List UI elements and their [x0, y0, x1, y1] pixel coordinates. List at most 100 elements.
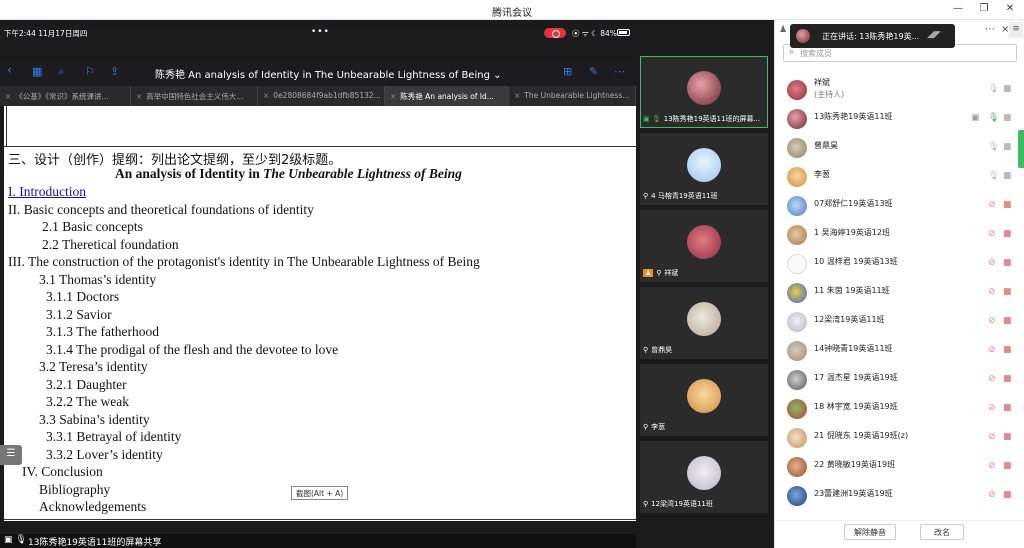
mic-muted-icon[interactable]: ⊘	[988, 403, 996, 413]
camera-off-icon[interactable]: ■	[1003, 200, 1012, 210]
side-handle[interactable]	[1018, 130, 1024, 168]
member-row[interactable]: 11 朱茵 19英语11班 ⊘ ■	[775, 279, 1024, 308]
video-tile[interactable]: ⚲ 12梁湾19英语11班	[640, 441, 768, 513]
outline-line: 2.2 Theretical foundation	[42, 237, 179, 252]
camera-off-icon[interactable]: ■	[1003, 432, 1012, 442]
camera-icon[interactable]: ■	[1003, 171, 1012, 181]
camera-icon[interactable]: ■	[1003, 84, 1012, 94]
member-row[interactable]: 23蕾建洲19英语19班 ⊘ ■	[775, 482, 1024, 511]
member-name: 17 温杰星 19英语19班	[814, 373, 898, 382]
tab-document-3[interactable]: × 0e2808684f9ab1dfb85132...	[258, 86, 385, 106]
member-row[interactable]: 李葱 🎙 ■	[775, 163, 1024, 192]
tab-document-1[interactable]: × 《公基》《常识》系统课讲...	[0, 86, 131, 106]
camera-off-icon[interactable]: ■	[1003, 403, 1012, 413]
annotate-pen-icon[interactable]: ✎	[589, 65, 598, 78]
avatar	[687, 379, 721, 413]
member-row[interactable]: 17 温杰星 19英语19班 ⊘ ■	[775, 366, 1024, 395]
member-row[interactable]: 14钟晓青19英语11班 ⊘ ■	[775, 337, 1024, 366]
avatar	[787, 312, 807, 332]
mic-muted-icon[interactable]: ⊘	[988, 345, 996, 355]
camera-off-icon[interactable]: ■	[1003, 287, 1012, 297]
outline-list-icon[interactable]: ☰	[0, 445, 22, 465]
mic-muted-icon[interactable]: ⊘	[988, 490, 996, 500]
menu-icon[interactable]: ≡	[1009, 22, 1023, 38]
mic-muted-icon[interactable]: ⊘	[988, 461, 996, 471]
tab-close-icon[interactable]: ×	[136, 92, 142, 101]
bookmark-icon[interactable]: ⚐	[85, 65, 95, 78]
tab-close-icon[interactable]: ×	[5, 92, 11, 101]
window-controls: — ❐ ✕	[952, 3, 1016, 14]
mic-muted-icon[interactable]: ⊘	[988, 287, 996, 297]
more-options-icon[interactable]: ⋯	[614, 65, 625, 78]
camera-off-icon[interactable]: ■	[1003, 258, 1012, 268]
back-chevron-icon[interactable]: ‹	[7, 63, 12, 78]
member-row[interactable]: 22 黄晓敏19英语19班 ⊘ ■	[775, 453, 1024, 482]
video-tile[interactable]: ⚲ 4 马榕青19英语11班	[640, 133, 768, 205]
avatar	[787, 109, 807, 129]
tab-close-icon[interactable]: ×	[514, 91, 520, 100]
mic-icon[interactable]: 🎙	[988, 84, 999, 94]
member-row[interactable]: 曾鼎昊 🎙 ■	[775, 134, 1024, 163]
tab-close-icon[interactable]: ×	[263, 91, 269, 100]
member-row[interactable]: 祥斌 (主持人) 🎙 ■	[775, 76, 1024, 105]
mic-icon[interactable]: 🎙	[988, 171, 999, 181]
video-tile[interactable]: ⚲ 李葱	[640, 364, 768, 436]
avatar	[787, 428, 807, 448]
video-tile[interactable]: ⚲ 曾鼎昊	[640, 287, 768, 359]
camera-off-icon[interactable]: ■	[1003, 316, 1012, 326]
rename-button[interactable]: 改名	[920, 524, 964, 540]
mic-on-icon[interactable]: 🎙	[988, 113, 999, 123]
camera-off-icon[interactable]: ■	[1003, 345, 1012, 355]
outline-line: 3.1.2 Savior	[46, 307, 112, 322]
camera-icon[interactable]: ■	[1003, 142, 1012, 152]
unmute-all-button[interactable]: 解除静音	[844, 524, 896, 540]
video-tile[interactable]: ♟ ⚲ 祥斌	[640, 210, 768, 282]
video-strip: ▣ 🎙 13陈秀艳19英语11班的屏幕... ⚲ 4 马榕青19英语11班 ♟ ⚲ 祥斌…	[636, 20, 774, 548]
more-options-icon[interactable]: ⋯	[985, 24, 995, 35]
member-role: (主持人)	[814, 90, 845, 99]
mic-muted-icon[interactable]: ⊘	[988, 200, 996, 210]
member-row[interactable]: 10 温梓君 19英语13班 ⊘ ■	[775, 250, 1024, 279]
outline-line[interactable]: I. Introduction	[8, 184, 86, 200]
mic-muted-icon[interactable]: ⊘	[988, 229, 996, 239]
restore-button[interactable]: ❐	[978, 3, 990, 14]
mic-muted-icon[interactable]: ⊘	[988, 432, 996, 442]
share-icon[interactable]: ⇪	[110, 65, 119, 78]
camera-off-icon[interactable]: ■	[1003, 229, 1012, 239]
search-icon[interactable]: ⌕	[58, 65, 64, 79]
outline-line: II. Basic concepts and theoretical found…	[8, 202, 314, 217]
camera-off-icon[interactable]: ■	[1003, 461, 1012, 471]
member-name: 曾鼎昊	[814, 141, 838, 150]
outline-line: 3.1 Thomas’s identity	[39, 272, 157, 287]
tab-document-4-active[interactable]: × 陈秀艳 An analysis of Id...	[385, 86, 509, 106]
member-row[interactable]: 13陈秀艳19英语11班 ▣ 🎙 ■	[775, 105, 1024, 134]
avatar	[687, 71, 721, 105]
tab-document-2[interactable]: × 高举中国特色社会主义伟大...	[131, 86, 258, 106]
camera-off-icon[interactable]: ■	[1003, 374, 1012, 384]
close-button[interactable]: ✕	[1004, 3, 1016, 14]
tab-close-icon[interactable]: ×	[390, 92, 396, 101]
pdf-document-title[interactable]: 陈秀艳 An analysis of Identity in The Unbea…	[155, 66, 501, 81]
minimize-button[interactable]: —	[952, 3, 964, 14]
window-title: 腾讯会议	[492, 8, 532, 19]
member-row[interactable]: 07郑舒仁19英语13班 ⊘ ■	[775, 192, 1024, 221]
thumbnails-grid-icon[interactable]: ▦	[32, 65, 42, 78]
member-row[interactable]: 1 吴海婷19英语12班 ⊘ ■	[775, 221, 1024, 250]
tab-document-5[interactable]: × The Unbearable Lightness...	[509, 86, 636, 106]
video-tile[interactable]: ▣ 🎙 13陈秀艳19英语11班的屏幕...	[640, 56, 768, 128]
camera-off-icon[interactable]: ■	[1003, 490, 1012, 500]
avatar	[787, 254, 807, 274]
add-page-icon[interactable]: ⊞	[563, 65, 572, 78]
member-search-input[interactable]	[800, 47, 1010, 60]
member-row[interactable]: 18 林宇宽 19英语19班 ⊘ ■	[775, 395, 1024, 424]
member-name: 21 倪晓东 19英语19班(z)	[814, 431, 909, 440]
mic-icon[interactable]: 🎙	[988, 142, 999, 152]
mic-muted-icon[interactable]: ⊘	[988, 316, 996, 326]
avatar	[787, 370, 807, 390]
member-row[interactable]: 12梁湾19英语11班 ⊘ ■	[775, 308, 1024, 337]
camera-icon[interactable]: ■	[1003, 113, 1012, 123]
ipad-time: 下午2:44 11月17日周四	[4, 29, 88, 38]
member-row[interactable]: 21 倪晓东 19英语19班(z) ⊘ ■	[775, 424, 1024, 453]
mic-muted-icon[interactable]: ⊘	[988, 258, 996, 268]
mic-muted-icon[interactable]: ⊘	[988, 374, 996, 384]
